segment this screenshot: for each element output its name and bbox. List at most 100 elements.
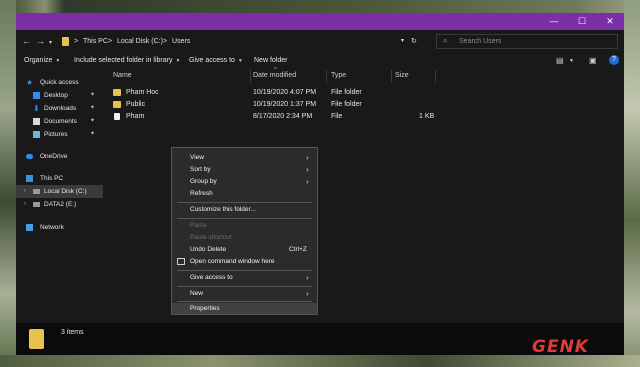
search-placeholder: Search Users (459, 38, 502, 45)
recent-locations-chevron-icon[interactable]: ▾ (49, 37, 52, 49)
sidebar-item-label: This PC (40, 175, 64, 182)
column-divider[interactable] (435, 70, 436, 83)
pin-icon[interactable]: ✦ (90, 115, 95, 128)
menu-item-new[interactable]: New › (172, 288, 317, 299)
change-view-icon[interactable]: ▤ (556, 56, 564, 65)
chevron-right-icon: › (306, 177, 309, 186)
column-header-name[interactable]: Name (113, 72, 132, 79)
folder-icon (113, 89, 121, 96)
chevron-right-icon[interactable]: › (24, 185, 26, 198)
menu-item-label: Customize this folder... (190, 206, 256, 213)
breadcrumb-users[interactable]: Users (172, 37, 190, 46)
column-headers: ^ Name Date modified Type Size (111, 67, 441, 83)
chevron-right-icon: › (306, 273, 309, 282)
refresh-icon[interactable]: ↻ (411, 37, 417, 46)
sidebar-item-documents[interactable]: Documents ✦ (16, 115, 103, 128)
organize-button[interactable]: Organize ▼ (24, 57, 60, 64)
menu-item-label: Open command window here (190, 258, 275, 265)
sidebar-item-local-disk[interactable]: › Local Disk (C:) (16, 185, 103, 198)
give-access-button[interactable]: Give access to ▼ (189, 57, 243, 64)
file-name: Pham Hoc (126, 89, 159, 96)
context-menu: View › Sort by › Group by › Refresh Cust… (171, 147, 318, 315)
organize-label: Organize (24, 57, 53, 64)
file-type: File folder (331, 101, 362, 108)
sidebar-item-label: Documents (44, 118, 77, 125)
address-dropdown-chevron-icon[interactable]: ▾ (401, 37, 404, 46)
column-divider[interactable] (391, 70, 392, 83)
sidebar-item-pictures[interactable]: Pictures ✦ (16, 128, 103, 141)
column-header-size[interactable]: Size (395, 72, 409, 79)
menu-item-label: Give access to (190, 274, 233, 281)
sidebar-item-network[interactable]: Network (16, 221, 103, 234)
menu-item-properties[interactable]: Properties (172, 303, 317, 314)
star-icon: ★ (26, 78, 34, 87)
menu-item-label: Sort by (190, 166, 211, 173)
menu-item-view[interactable]: View › (172, 152, 317, 163)
file-row[interactable]: Pham Hoc 10/19/2020 4:07 PM File folder (111, 87, 441, 99)
forward-arrow-icon[interactable]: → (36, 35, 45, 47)
back-arrow-icon[interactable]: ← (22, 35, 31, 47)
menu-item-refresh[interactable]: Refresh (172, 188, 317, 199)
address-bar-row: ← → ▾ > This PC > Local Disk (C:) > User… (16, 30, 624, 52)
pin-icon[interactable]: ✦ (90, 102, 95, 115)
new-folder-button[interactable]: New folder (254, 57, 287, 64)
help-icon[interactable]: ? (609, 55, 619, 65)
breadcrumb-local-disk[interactable]: Local Disk (C:) (117, 37, 163, 46)
menu-item-open-command-window[interactable]: Open command window here (172, 256, 317, 267)
breadcrumb-this-pc[interactable]: This PC (83, 37, 108, 46)
column-divider[interactable] (326, 70, 327, 83)
search-input[interactable]: ⌕ Search Users (436, 34, 618, 49)
chevron-right-icon[interactable]: › (24, 198, 26, 211)
sidebar-item-onedrive[interactable]: OneDrive (16, 150, 103, 163)
sidebar-item-this-pc[interactable]: This PC (16, 172, 103, 185)
sidebar-item-label: OneDrive (40, 153, 68, 160)
menu-separator (177, 218, 312, 219)
sidebar-item-quick-access[interactable]: ★ Quick access (16, 76, 103, 89)
menu-item-group-by[interactable]: Group by › (172, 176, 317, 187)
download-icon: ⬇ (33, 104, 40, 113)
menu-separator (177, 301, 312, 302)
address-bar[interactable]: > This PC > Local Disk (C:) > Users ▾ ↻ (62, 34, 420, 49)
genk-logo: GENK (526, 336, 632, 358)
pin-icon[interactable]: ✦ (90, 128, 95, 141)
search-icon: ⌕ (443, 36, 448, 45)
menu-item-sort-by[interactable]: Sort by › (172, 164, 317, 175)
pin-icon[interactable]: ✦ (90, 89, 95, 102)
maximize-button[interactable]: ☐ (568, 13, 596, 30)
sidebar-item-label: DATA2 (E:) (44, 201, 77, 208)
desktop-icon (33, 92, 40, 99)
file-row[interactable]: Public 10/19/2020 1:37 PM File folder (111, 99, 441, 111)
sidebar-item-downloads[interactable]: ⬇ Downloads ✦ (16, 102, 103, 115)
include-label: Include selected folder in library (74, 57, 173, 64)
column-divider[interactable] (250, 70, 251, 83)
close-button[interactable]: ✕ (596, 13, 624, 30)
network-icon (26, 224, 33, 231)
menu-item-paste[interactable]: Paste (172, 220, 317, 231)
sidebar-item-desktop[interactable]: Desktop ✦ (16, 89, 103, 102)
menu-item-give-access[interactable]: Give access to › (172, 272, 317, 283)
menu-item-paste-shortcut[interactable]: Paste shortcut (172, 232, 317, 243)
chevron-down-icon: ▼ (175, 58, 181, 64)
include-in-library-button[interactable]: Include selected folder in library ▼ (74, 57, 180, 64)
column-header-type[interactable]: Type (331, 72, 346, 79)
column-header-date-modified[interactable]: Date modified (253, 72, 296, 79)
menu-item-undo-delete[interactable]: Undo Delete Ctrl+Z (172, 244, 317, 255)
file-type: File (331, 113, 343, 120)
menu-separator (177, 202, 312, 203)
menu-item-label: Refresh (190, 190, 213, 197)
drive-icon (33, 189, 40, 194)
sidebar-item-label: Quick access (40, 79, 79, 86)
minimize-button[interactable]: — (540, 13, 568, 30)
desktop-background-left (0, 0, 16, 367)
preview-pane-icon[interactable]: ▣ (589, 56, 597, 65)
menu-item-customize-folder[interactable]: Customize this folder... (172, 204, 317, 215)
drive-icon (33, 202, 40, 207)
menu-item-label: View (190, 154, 204, 161)
file-row[interactable]: Pham 8/17/2020 2:34 PM File 1 KB (111, 111, 441, 123)
view-options-chevron-icon[interactable]: ▼ (569, 58, 574, 64)
title-bar[interactable]: — ☐ ✕ (16, 13, 624, 30)
file-date: 10/19/2020 1:37 PM (253, 101, 317, 108)
sidebar-item-data2[interactable]: › DATA2 (E:) (16, 198, 103, 211)
command-bar: Organize ▼ Include selected folder in lib… (16, 52, 624, 70)
breadcrumb-separator: > (163, 38, 168, 45)
